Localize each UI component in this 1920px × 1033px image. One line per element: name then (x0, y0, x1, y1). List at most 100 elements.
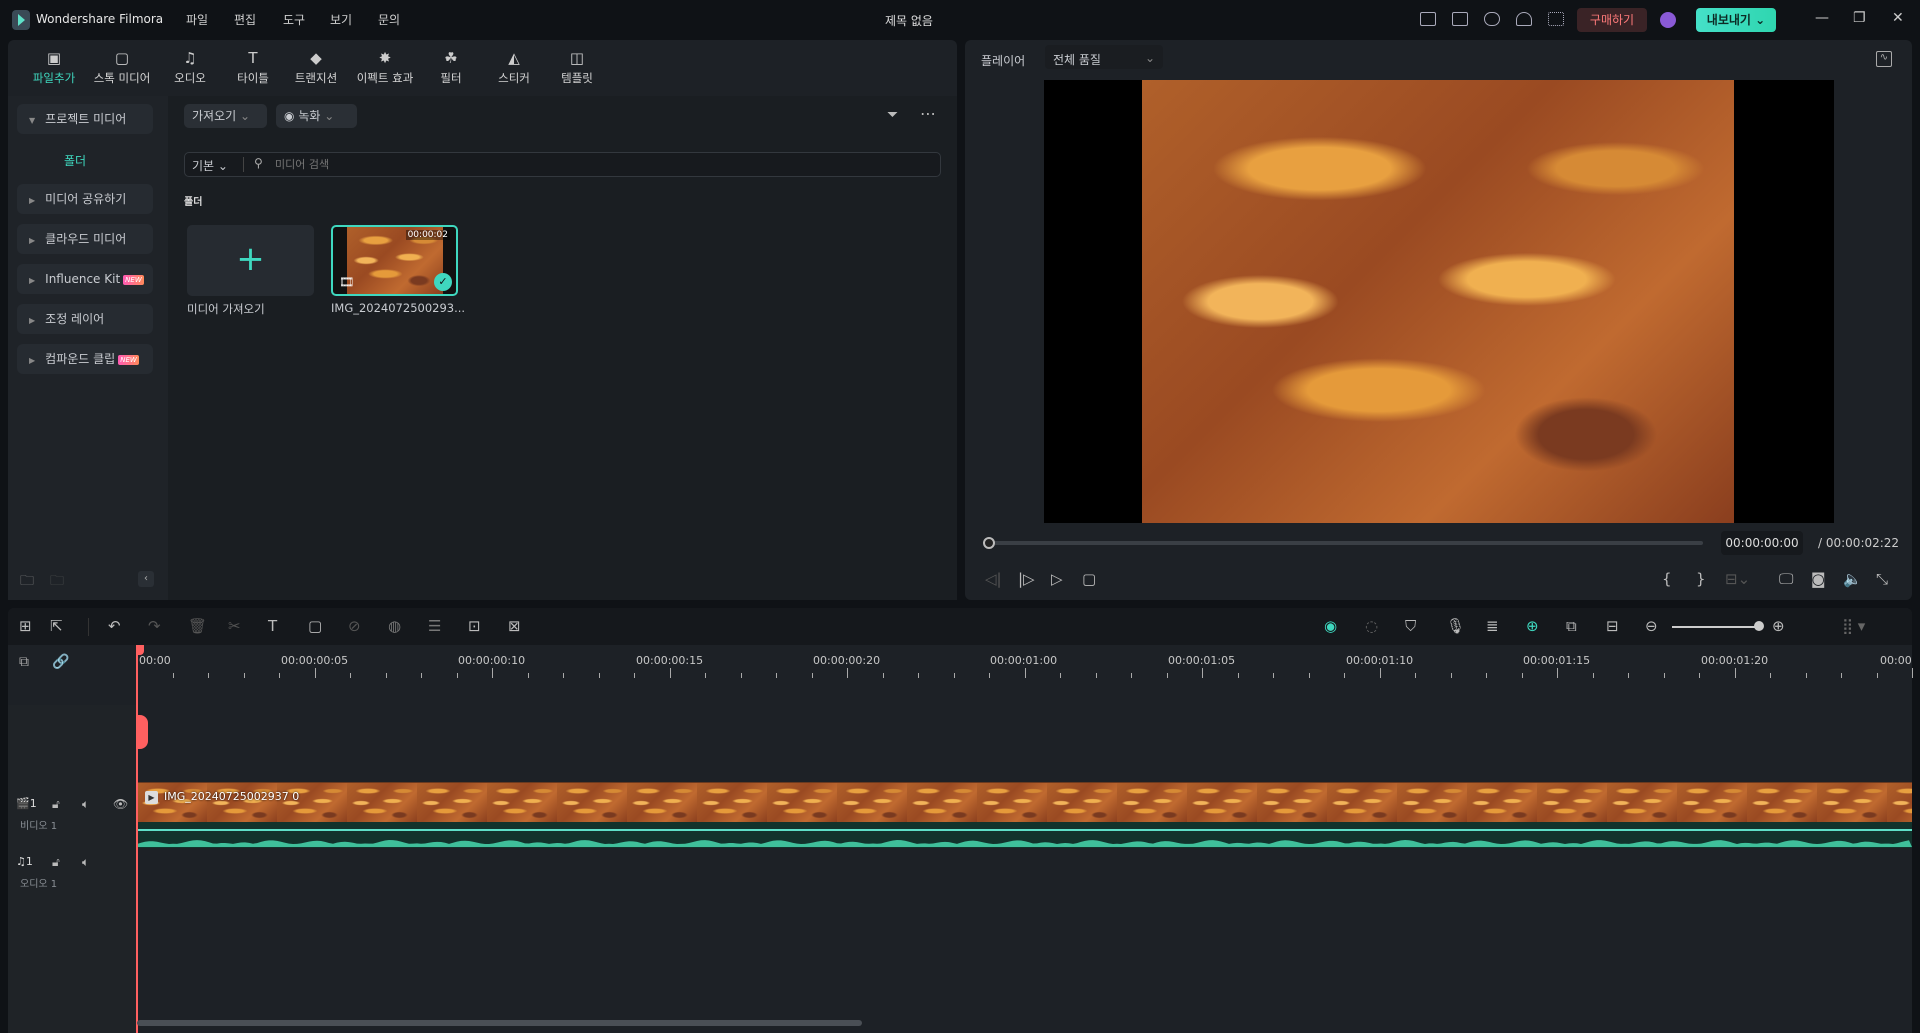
layout-grid-icon[interactable]: ⊞ (19, 617, 32, 635)
display-settings-icon[interactable]: 🖵 (1779, 570, 1793, 588)
layout-icon[interactable] (1420, 12, 1436, 26)
tab-import[interactable]: ▣ 파일추가 (24, 50, 84, 86)
media-search[interactable]: 기본 ⌄ ⚲ (184, 152, 941, 177)
add-track-icon[interactable]: ⧉ (19, 654, 29, 670)
filter-icon[interactable]: ⏷ (887, 107, 898, 123)
video-clip[interactable] (137, 782, 1912, 822)
collapse-sidebar-icon[interactable]: ‹ (138, 571, 154, 587)
apps-grid-icon[interactable] (1548, 12, 1564, 26)
tab-templates[interactable]: ◫ 템플릿 (547, 50, 607, 86)
lock-icon[interactable]: 🔓︎ (52, 797, 60, 812)
record-dropdown[interactable]: ◉ 녹화 ⌄ (276, 104, 357, 128)
scrubber-handle[interactable] (983, 537, 995, 549)
timeline-scrollbar[interactable] (137, 1020, 862, 1026)
insert-to-timeline-icon[interactable]: ⊟⌄ (1725, 570, 1750, 588)
buy-button[interactable]: 구매하기 (1577, 8, 1647, 32)
previous-frame-icon[interactable]: ◁| (985, 570, 1002, 588)
sidebar-cloud-media[interactable]: ▶ 클라우드 미디어 (17, 224, 153, 254)
snapshot-camera-icon[interactable]: ◙ (1811, 570, 1826, 588)
sidebar-label: 미디어 공유하기 (45, 192, 127, 206)
tab-transitions[interactable]: ◆ 트랜지션 (286, 50, 346, 86)
sidebar-compound-clip[interactable]: ▶ 컴파운드 클립 NEW (17, 344, 153, 374)
tab-filters[interactable]: ☘ 필터 (421, 50, 481, 86)
fit-timeline-icon[interactable]: ⊟ (1606, 617, 1619, 635)
translate-icon[interactable]: ⊠ (508, 617, 521, 635)
audio-list-icon[interactable]: ≣ (1486, 617, 1499, 635)
minimize-icon[interactable]: — (1815, 10, 1829, 26)
zoom-slider-handle[interactable] (1754, 621, 1764, 631)
sidebar-adjustment-layer[interactable]: ▶ 조정 레이어 (17, 304, 153, 334)
snap-magnet-icon[interactable]: ⊕ (1526, 617, 1539, 635)
speaker-icon[interactable]: 🔈︎ (82, 797, 89, 812)
play-icon[interactable]: ▷ (1051, 570, 1063, 588)
media-clip-thumbnail[interactable]: 00:00:02 🎞 ✓ (331, 225, 458, 296)
new-folder-icon[interactable]: 🗀 (20, 570, 34, 594)
link-icon[interactable]: 🔗 (52, 654, 69, 670)
sidebar-project-media[interactable]: ▼ 프로젝트 미디어 (17, 104, 153, 134)
next-frame-icon[interactable]: |▷ (1018, 570, 1035, 588)
sidebar-folder[interactable]: 폴더 (64, 152, 86, 169)
redo-icon[interactable]: ↷ (148, 617, 161, 635)
speaker-icon[interactable]: 🔈︎ (82, 855, 89, 870)
select-pointer-icon[interactable]: ⇱ (50, 617, 63, 635)
split-scissors-icon[interactable]: ✂ (228, 617, 241, 635)
undo-icon[interactable]: ↶ (108, 617, 121, 635)
quality-dropdown[interactable]: 전체 품질 ⌄ (1045, 45, 1163, 69)
zoom-out-icon[interactable]: ⊖ (1645, 617, 1658, 635)
zoom-slider[interactable] (1672, 626, 1760, 628)
volume-icon[interactable]: 🔈 (1843, 570, 1862, 588)
menu-view[interactable]: 보기 (330, 11, 352, 28)
lock-icon[interactable]: 🔓︎ (52, 855, 60, 870)
adjust-sliders-icon[interactable]: ☰ (428, 617, 441, 635)
stop-icon[interactable]: ▢ (1082, 570, 1096, 588)
mark-in-icon[interactable]: { (1662, 570, 1672, 588)
tab-titles[interactable]: T 타이틀 (223, 50, 283, 86)
tab-stock-media[interactable]: ▢ 스톡 미디어 (92, 50, 152, 86)
playhead-marker[interactable] (136, 715, 148, 749)
sort-dropdown[interactable]: 기본 ⌄ (192, 157, 228, 174)
folder-icon[interactable]: 🗀 (50, 570, 64, 594)
mark-out-icon[interactable]: } (1696, 570, 1706, 588)
marker-icon[interactable]: ⛉ (1405, 617, 1416, 635)
speech-to-text-icon[interactable]: ⊡ (468, 617, 481, 635)
restore-icon[interactable]: ❐ (1853, 10, 1866, 26)
sidebar-media-share[interactable]: ▶ 미디어 공유하기 (17, 184, 153, 214)
tab-stickers[interactable]: ◭ 스티커 (484, 50, 544, 86)
menu-file[interactable]: 파일 (186, 11, 208, 28)
mask-icon[interactable]: ⊘ (348, 617, 361, 635)
export-button[interactable]: 내보내기 ⌄ (1696, 8, 1776, 32)
playback-scrubber[interactable] (990, 541, 1703, 545)
playhead[interactable] (136, 645, 138, 1033)
search-input[interactable] (275, 155, 875, 174)
more-options-icon[interactable]: ⋯ (920, 104, 936, 123)
zoom-in-icon[interactable]: ⊕ (1772, 617, 1785, 635)
import-dropdown[interactable]: 가져오기 ⌄ (184, 104, 267, 128)
ai-copilot-icon[interactable]: ◉ (1324, 617, 1337, 635)
microphone-icon[interactable]: 🎙 (1446, 617, 1465, 635)
playhead-handle[interactable] (136, 645, 144, 655)
tab-audio[interactable]: ♫ 오디오 (160, 50, 220, 86)
eye-icon[interactable]: 👁︎ (113, 797, 128, 811)
avatar[interactable] (1660, 12, 1676, 28)
crop-icon[interactable]: ▢ (308, 617, 322, 635)
pip-icon[interactable]: ⧉ (1566, 617, 1577, 635)
current-timecode[interactable]: 00:00:00:00 (1721, 531, 1803, 555)
text-icon[interactable]: T (268, 617, 277, 635)
menu-tools[interactable]: 도구 (283, 11, 305, 28)
render-preview-icon[interactable]: ◌ (1365, 617, 1378, 635)
track-layout-icon[interactable]: ⣿ ▾ (1842, 617, 1865, 635)
close-icon[interactable]: ✕ (1892, 10, 1904, 26)
cloud-upload-icon[interactable] (1484, 12, 1500, 26)
import-media-card[interactable]: + (187, 225, 314, 296)
menu-edit[interactable]: 편집 (234, 11, 256, 28)
sidebar-influence-kit[interactable]: ▶ Influence Kit NEW (17, 264, 153, 294)
support-headset-icon[interactable] (1516, 12, 1532, 26)
waveform-scope-icon[interactable]: ∿ (1876, 51, 1892, 67)
tab-effects[interactable]: ✸ 이펙트 효과 (354, 50, 416, 86)
delete-icon[interactable]: 🗑 (188, 617, 207, 635)
color-palette-icon[interactable]: ◍ (388, 617, 401, 635)
audio-volume-line[interactable] (137, 829, 1912, 831)
menu-help[interactable]: 문의 (378, 11, 400, 28)
fullscreen-icon[interactable]: ⤡ (1876, 570, 1888, 588)
save-icon[interactable] (1452, 12, 1468, 26)
